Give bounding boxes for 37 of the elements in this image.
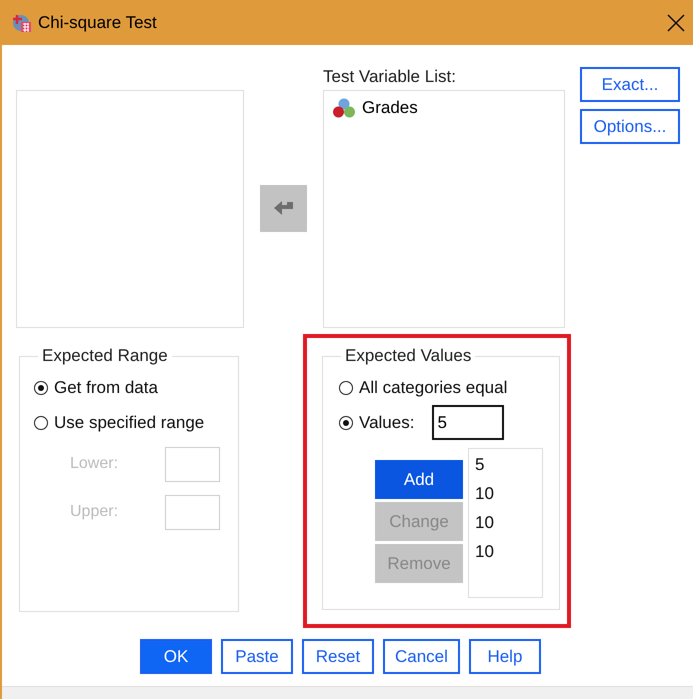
value-input[interactable]: 5 (432, 405, 504, 440)
group-title: Expected Range (41, 346, 169, 366)
nominal-variable-icon (332, 97, 356, 119)
list-item[interactable]: 10 (475, 542, 536, 562)
input-field[interactable] (165, 494, 220, 530)
list-item[interactable]: Grades (332, 97, 556, 119)
radio-option[interactable]: Values: 5 (339, 405, 545, 440)
input-field[interactable] (165, 446, 220, 482)
app-icon (12, 12, 32, 32)
dialog-button[interactable]: OK (140, 639, 212, 674)
window-title: Chi-square Test (38, 12, 158, 32)
group-title: Expected Values (344, 346, 472, 366)
dialog-button[interactable]: Options... (580, 109, 680, 144)
test-variable-list[interactable]: Grades (323, 90, 565, 328)
radio-option[interactable]: Get from data (34, 370, 224, 405)
list-item[interactable]: 10 (475, 513, 536, 533)
move-button[interactable] (260, 185, 307, 232)
close-icon[interactable] (667, 14, 685, 32)
dialog-button[interactable]: Exact... (580, 67, 680, 102)
field-label: Lower: (70, 455, 118, 473)
radio-option[interactable]: Use specified range (34, 405, 224, 440)
radio-option[interactable]: All categories equal (339, 370, 545, 405)
list-item[interactable]: 5 (475, 455, 536, 475)
radio-button[interactable] (339, 416, 353, 430)
radio-button[interactable] (34, 380, 48, 394)
list-item[interactable]: 10 (475, 484, 536, 504)
field-label: Upper: (70, 503, 118, 521)
dialog-button[interactable]: Help (468, 639, 541, 674)
radio-button[interactable] (339, 380, 353, 394)
arrow-icon (272, 200, 294, 218)
dialog-button[interactable]: Cancel (383, 639, 460, 674)
dialog-button[interactable]: Reset (302, 639, 374, 674)
values-list[interactable]: 5 10 10 10 (468, 448, 543, 598)
list-label: Test Variable List: (323, 67, 457, 88)
action-button[interactable]: Add (375, 460, 463, 499)
radio-button[interactable] (34, 416, 48, 430)
dialog-button[interactable]: Paste (221, 639, 293, 674)
